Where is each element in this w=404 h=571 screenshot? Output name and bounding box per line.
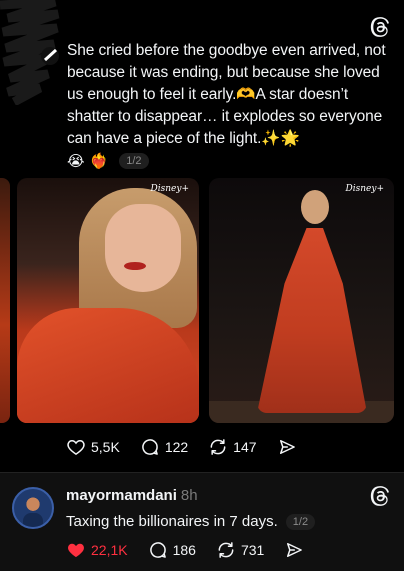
repost-button[interactable]: 147 — [208, 437, 257, 457]
crying-emoji: 😭 — [67, 152, 85, 170]
avatar-suit — [23, 513, 43, 527]
post-card[interactable]: mayormamdani 8h Taxing the billionaires i… — [0, 473, 404, 571]
redacted-avatar-scribble — [0, 0, 60, 105]
repost-count: 731 — [240, 542, 265, 558]
reply-count: 122 — [164, 439, 189, 455]
action-bar: 5,5K 122 147 — [66, 437, 317, 457]
disney-plus-watermark: Disney+ — [150, 184, 189, 194]
heart-icon — [67, 439, 85, 455]
repost-count: 147 — [233, 439, 257, 455]
reply-button[interactable]: 186 — [148, 540, 196, 560]
reply-button[interactable]: 122 — [140, 437, 188, 457]
image-head — [301, 190, 329, 224]
share-button[interactable] — [277, 437, 297, 457]
media-image-2[interactable]: Disney+ — [209, 178, 394, 423]
previous-media-edge[interactable] — [0, 178, 10, 423]
like-count: 22,1K — [91, 542, 128, 558]
heart-filled-icon — [68, 543, 84, 558]
media-carousel[interactable]: Disney+ Disney+ — [0, 178, 404, 423]
post-header: mayormamdani 8h — [66, 487, 198, 504]
post-time: 8h — [180, 487, 198, 504]
repost-icon — [210, 439, 226, 455]
share-icon — [279, 440, 295, 454]
repost-icon — [218, 542, 234, 558]
avatar[interactable] — [12, 487, 54, 529]
carousel-pager[interactable]: 1/2 — [285, 513, 316, 530]
threads-logo-icon[interactable] — [369, 485, 391, 507]
image-lips — [124, 262, 146, 270]
username[interactable]: mayormamdani — [66, 487, 177, 504]
image-gown — [257, 228, 367, 413]
disney-plus-watermark: Disney+ — [345, 184, 384, 194]
share-button[interactable] — [284, 540, 304, 560]
media-image-1[interactable]: Disney+ — [17, 178, 199, 423]
post-text: Taxing the billionaires in 7 days. — [66, 513, 278, 530]
share-icon — [287, 543, 303, 557]
repost-button[interactable]: 731 — [216, 540, 264, 560]
like-button[interactable]: 5,5K — [66, 437, 120, 457]
carousel-pager[interactable]: 1/2 — [119, 153, 149, 169]
threads-logo-icon[interactable] — [369, 16, 391, 38]
image-face — [105, 204, 181, 292]
reply-icon — [149, 542, 166, 558]
post-card[interactable]: She cried before the goodbye even arrive… — [0, 0, 404, 472]
like-count: 5,5K — [91, 439, 120, 455]
like-button[interactable]: 22,1K — [66, 540, 128, 560]
reaction-row: 😭 ❤️‍🔥 1/2 — [67, 151, 149, 171]
post-text-row: Taxing the billionaires in 7 days. 1/2 — [66, 513, 316, 530]
post-text: She cried before the goodbye even arrive… — [67, 42, 386, 147]
action-bar: 22,1K 186 731 — [66, 540, 324, 560]
reply-count: 186 — [172, 542, 196, 558]
reply-icon — [142, 439, 158, 455]
heart-on-fire-emoji: ❤️‍🔥 — [89, 152, 109, 170]
